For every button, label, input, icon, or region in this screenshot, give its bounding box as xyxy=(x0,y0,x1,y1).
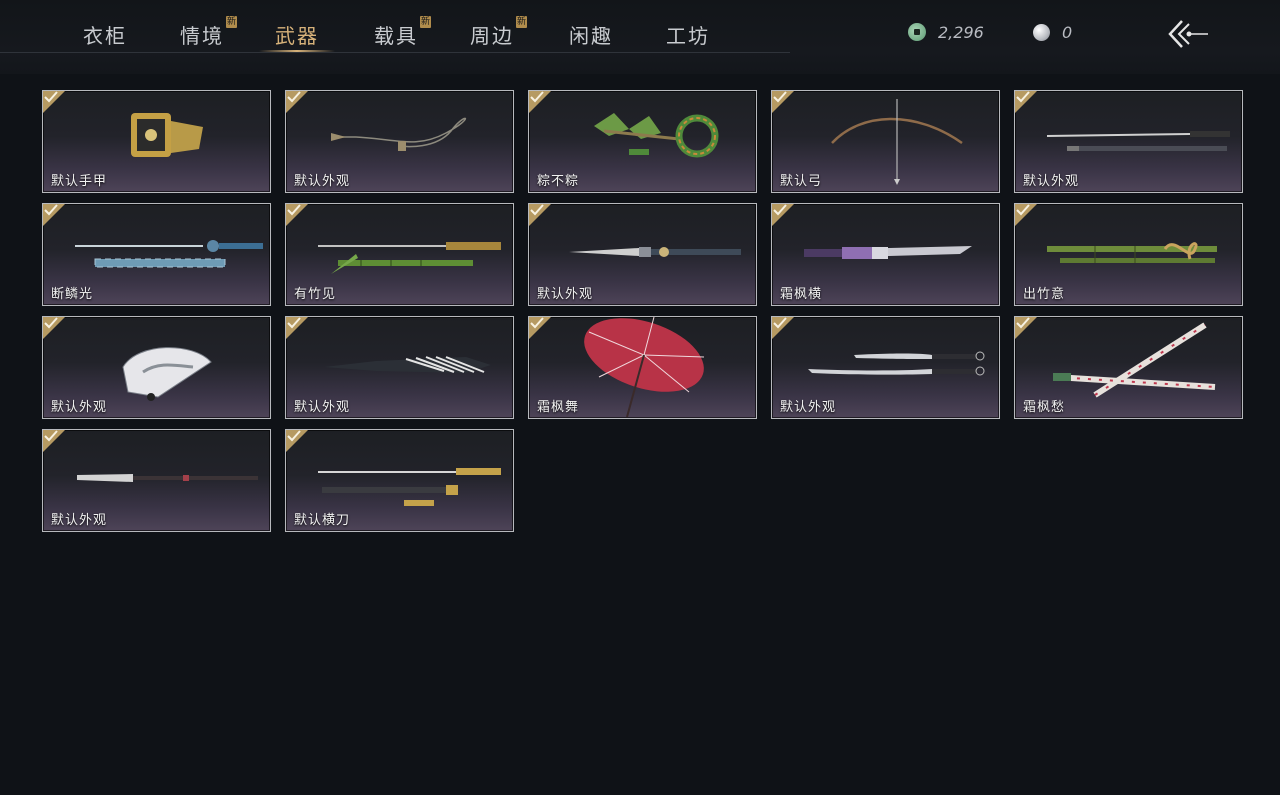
weapon-card[interactable]: 默认外观 xyxy=(285,316,514,419)
tab-wardrobe[interactable]: 衣柜 xyxy=(65,20,145,50)
jade-coin-icon xyxy=(908,23,926,41)
pearl-currency: 0 xyxy=(1033,20,1072,44)
new-badge: 新 xyxy=(515,16,527,28)
weapon-card[interactable]: 断鳞光 xyxy=(42,203,271,306)
tab-scene[interactable]: 情境新 xyxy=(162,16,242,50)
weapon-card[interactable]: 默认外观 xyxy=(285,90,514,193)
tab-leisure[interactable]: 闲趣 xyxy=(551,20,631,50)
weapon-name: 有竹见 xyxy=(294,287,337,302)
back-arrow-icon xyxy=(1168,20,1208,48)
back-button[interactable] xyxy=(1166,16,1210,52)
weapon-name: 默认外观 xyxy=(537,287,594,302)
tab-vehicles[interactable]: 载具新 xyxy=(356,16,436,50)
active-tab-indicator xyxy=(259,50,335,52)
weapon-name: 出竹意 xyxy=(1023,287,1066,302)
weapon-name: 默认手甲 xyxy=(51,174,108,189)
weapon-name: 默认外观 xyxy=(51,513,108,528)
coin-amount: 2,296 xyxy=(938,22,984,42)
weapon-name: 断鳞光 xyxy=(51,287,94,302)
weapon-name: 默认外观 xyxy=(51,400,108,415)
weapon-card[interactable]: 默认外观 xyxy=(42,429,271,532)
pearl-icon xyxy=(1033,23,1050,41)
top-bar: 衣柜 情境新 武器 载具新 周边新 闲趣 工坊 2,296 0 xyxy=(0,0,1280,74)
weapon-card[interactable]: 霜枫舞 xyxy=(528,316,757,419)
weapon-card[interactable]: 霜枫愁 xyxy=(1014,316,1243,419)
weapon-card[interactable]: 默认弓 xyxy=(771,90,1000,193)
weapon-card[interactable]: 出竹意 xyxy=(1014,203,1243,306)
weapon-name: 粽不粽 xyxy=(537,174,580,189)
weapon-name: 默认外观 xyxy=(294,400,351,415)
weapon-name: 默认外观 xyxy=(780,400,837,415)
category-tabs: 衣柜 情境新 武器 载具新 周边新 闲趣 工坊 xyxy=(0,0,790,53)
new-badge: 新 xyxy=(225,16,237,28)
weapon-name: 默认外观 xyxy=(1023,174,1080,189)
weapon-card[interactable]: 默认外观 xyxy=(528,203,757,306)
weapon-name: 霜枫舞 xyxy=(537,400,580,415)
weapon-name: 默认横刀 xyxy=(294,513,351,528)
weapon-card[interactable]: 默认外观 xyxy=(1014,90,1243,193)
tab-workshop[interactable]: 工坊 xyxy=(648,20,728,50)
tab-peripherals[interactable]: 周边新 xyxy=(452,16,532,50)
weapon-name: 默认外观 xyxy=(294,174,351,189)
weapon-card[interactable]: 默认外观 xyxy=(42,316,271,419)
new-badge: 新 xyxy=(419,16,431,28)
weapon-name: 霜枫愁 xyxy=(1023,400,1066,415)
weapon-card[interactable]: 粽不粽 xyxy=(528,90,757,193)
tab-weapons[interactable]: 武器 xyxy=(257,20,337,50)
weapon-card[interactable]: 默认外观 xyxy=(771,316,1000,419)
weapon-card[interactable]: 默认手甲 xyxy=(42,90,271,193)
weapon-card[interactable]: 默认横刀 xyxy=(285,429,514,532)
coin-currency: 2,296 xyxy=(908,20,984,44)
pearl-amount: 0 xyxy=(1062,22,1073,42)
weapon-card[interactable]: 有竹见 xyxy=(285,203,514,306)
weapon-card[interactable]: 霜枫横 xyxy=(771,203,1000,306)
weapon-name: 默认弓 xyxy=(780,174,823,189)
weapon-name: 霜枫横 xyxy=(780,287,823,302)
